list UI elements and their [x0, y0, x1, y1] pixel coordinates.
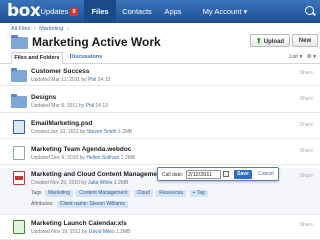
- folder-icon: [11, 68, 27, 82]
- tag-chip[interactable]: Marketing: [44, 190, 73, 197]
- add-tag-button[interactable]: + Tag: [189, 190, 208, 197]
- item-meta: Updated Mar 8, 2011 by Phil 24 13: [31, 103, 108, 109]
- meta-text: Updated Mar 8, 2011 by: [31, 103, 86, 109]
- item-meta: Created Jan 10, 2011 by Steven Smith 1.2…: [31, 129, 132, 135]
- tags-line: Tags Marketing Content Management Cloud …: [31, 190, 208, 197]
- breadcrumb-separator: ›: [66, 26, 69, 32]
- share-link[interactable]: Share: [300, 222, 313, 228]
- attributes-label: Attributes:: [31, 201, 54, 207]
- meta-size: 1.2MB: [119, 155, 136, 161]
- share-link[interactable]: Share: [300, 70, 313, 76]
- share-link[interactable]: Share: [300, 122, 313, 128]
- item-meta: Updated Dec 6, 2010 by Hellen Sullivan 1…: [31, 155, 135, 161]
- new-button[interactable]: New: [292, 34, 318, 47]
- meta-user-link[interactable]: Phil: [86, 103, 94, 109]
- meta-size: 1.2MB: [114, 229, 131, 235]
- list-view-dropdown[interactable]: List ▾: [289, 54, 302, 60]
- list-item[interactable]: Marketing Launch Calendar.xls Updated No…: [0, 215, 320, 240]
- item-name[interactable]: Designs: [31, 94, 56, 101]
- breadcrumb: All Files › Marketing ›: [11, 26, 71, 32]
- nav-tab-apps[interactable]: Apps: [158, 0, 188, 23]
- item-name[interactable]: Marketing Team Agenda.webdoc: [31, 146, 131, 153]
- breadcrumb-separator: ›: [33, 26, 36, 32]
- pdf-file-icon: [13, 171, 25, 185]
- share-link[interactable]: Share: [300, 173, 313, 179]
- upload-button-label: Upload: [263, 39, 285, 45]
- item-meta: Updated Mar 11, 2011 by Phil 24 13: [31, 77, 110, 83]
- tags-label: Tags: [31, 190, 42, 196]
- item-name[interactable]: Marketing Launch Calendar.xls: [31, 220, 127, 227]
- folder-icon: [11, 94, 27, 108]
- search-icon[interactable]: [305, 6, 314, 15]
- subtabs-bar: Files and Folders Discussions: [0, 52, 320, 64]
- tag-chip[interactable]: Cloud: [133, 190, 153, 197]
- list-item[interactable]: EmailMarketing.psd Created Jan 10, 2011 …: [0, 117, 320, 139]
- breadcrumb-marketing[interactable]: Marketing: [39, 26, 63, 32]
- share-link[interactable]: Share: [300, 148, 313, 154]
- meta-user-link[interactable]: Julia White: [88, 180, 112, 186]
- meta-size: 1.2MB: [116, 129, 133, 135]
- meta-counts: 24 13: [94, 103, 108, 109]
- tab-files-and-folders[interactable]: Files and Folders: [11, 52, 63, 64]
- upload-arrow-icon: ⬆: [255, 38, 262, 45]
- item-name[interactable]: Customer Success: [31, 68, 90, 75]
- nav-tab-updates[interactable]: Updates 8: [36, 0, 82, 23]
- list-item[interactable]: Designs Updated Mar 8, 2011 by Phil 24 1…: [0, 91, 320, 113]
- share-link[interactable]: Share: [300, 96, 313, 102]
- calendar-icon[interactable]: [223, 171, 229, 177]
- attribute-chip[interactable]: Client name: Steven Williams: [56, 201, 128, 208]
- meta-text: Updated Nov 19, 2011 by: [31, 229, 89, 235]
- call-date-editor: Call date: Save Cancel: [157, 167, 279, 181]
- meta-text: Updated Dec 6, 2010 by: [31, 155, 87, 161]
- save-button[interactable]: Save: [234, 170, 252, 179]
- item-meta: Created Nov 29, 2010 by Julia White 1.2M…: [31, 180, 128, 186]
- meta-text: Updated Mar 11, 2011 by: [31, 77, 89, 83]
- nav-tab-updates-label: Updates: [40, 7, 69, 16]
- item-name[interactable]: Marketing and Cloud Content Management.p…: [31, 171, 175, 178]
- nav-tab-my-account[interactable]: My Account ▾: [190, 0, 260, 23]
- tag-chip[interactable]: Content Management: [76, 190, 131, 197]
- item-name[interactable]: EmailMarketing.psd: [31, 120, 92, 127]
- item-meta: Updated Nov 19, 2011 by David Miles 1.2M…: [31, 229, 130, 235]
- updates-count-badge: 8: [70, 8, 78, 16]
- breadcrumb-all-files[interactable]: All Files: [11, 26, 30, 32]
- nav-tab-contacts[interactable]: Contacts: [118, 0, 156, 23]
- call-date-label: Call date:: [162, 172, 184, 178]
- list-item[interactable]: Customer Success Updated Mar 11, 2011 by…: [0, 65, 320, 86]
- meta-text: Created Jan 10, 2011 by: [31, 129, 87, 135]
- call-date-input[interactable]: [186, 170, 221, 179]
- view-controls: List ▾ ⚙ ▾: [286, 54, 316, 60]
- tag-chip[interactable]: Resources: [156, 190, 187, 197]
- meta-user-link[interactable]: David Miles: [89, 229, 115, 235]
- meta-counts: 24 13: [96, 77, 111, 83]
- meta-text: Created Nov 29, 2010 by: [31, 180, 88, 186]
- folder-icon: [11, 35, 28, 49]
- cancel-button[interactable]: Cancel: [256, 170, 276, 179]
- upload-button[interactable]: ⬆ Upload: [250, 34, 290, 47]
- attributes-line: Attributes: Client name: Steven Williams: [31, 201, 128, 208]
- meta-size: 1.2MB: [112, 180, 129, 186]
- settings-dropdown[interactable]: ⚙ ▾: [307, 54, 316, 60]
- psd-file-icon: [13, 120, 25, 134]
- top-navigation-bar: box Updates 8 Files Contacts Apps My Acco…: [0, 0, 320, 23]
- nav-tab-files[interactable]: Files: [84, 0, 116, 23]
- tab-discussions[interactable]: Discussions: [66, 52, 106, 64]
- meta-user-link[interactable]: Hellen Sullivan: [86, 155, 119, 161]
- meta-user-link[interactable]: Steven Smith: [87, 129, 117, 135]
- page-title: Marketing Active Work: [32, 35, 161, 49]
- list-item[interactable]: Marketing Team Agenda.webdoc Updated Dec…: [0, 143, 320, 165]
- webdoc-file-icon: [13, 146, 25, 160]
- xls-file-icon: [13, 220, 25, 234]
